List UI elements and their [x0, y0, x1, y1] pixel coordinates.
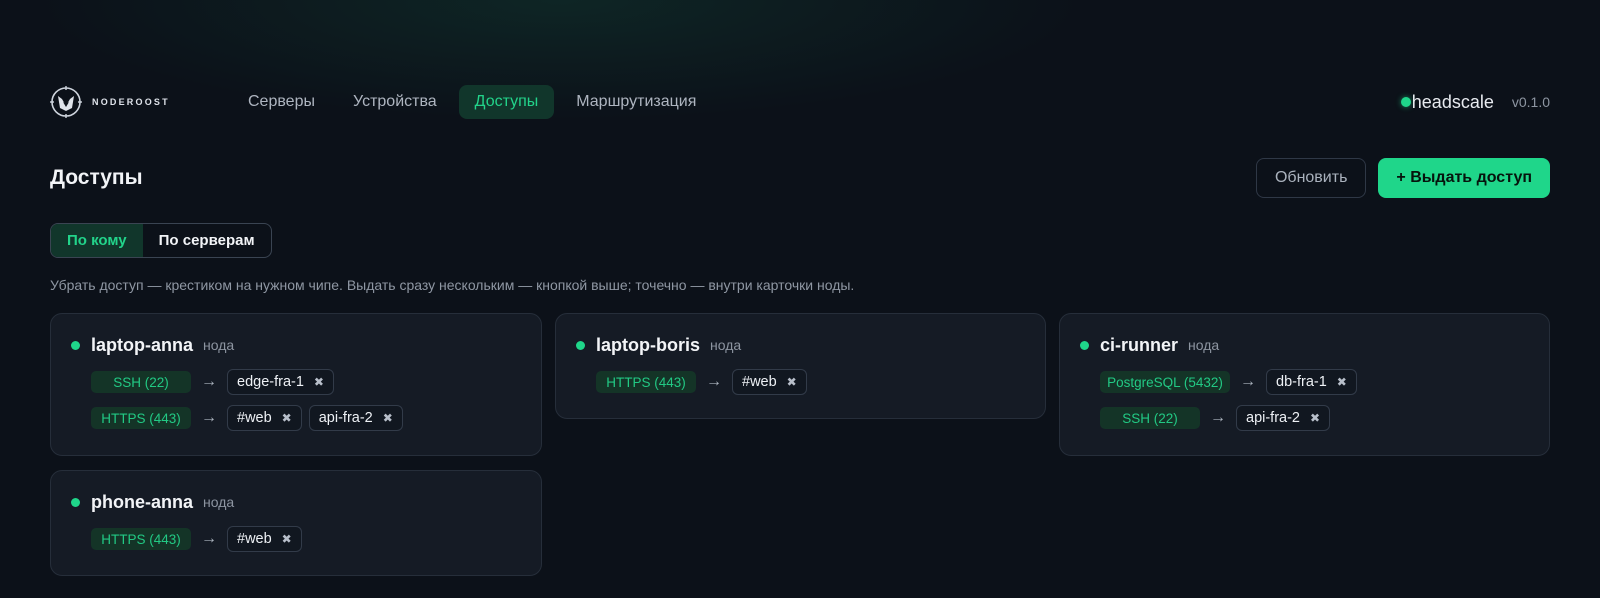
- arrow-right-icon: →: [201, 373, 217, 390]
- node-name: phone-anna: [91, 491, 193, 512]
- access-rule: SSH (22) → edge-fra-1 ✖: [91, 369, 521, 395]
- remove-icon[interactable]: ✖: [314, 375, 324, 389]
- service-badge: SSH (22): [91, 371, 191, 393]
- node-status-dot: [71, 497, 80, 507]
- target-label: api-fra-2: [318, 410, 373, 426]
- node-card-header: ci-runner нода: [1080, 334, 1529, 356]
- page-title: Доступы: [50, 166, 143, 189]
- brand-name: NODEROOST: [92, 97, 170, 107]
- target-label: #web: [742, 374, 777, 390]
- remove-icon[interactable]: ✖: [282, 411, 292, 425]
- node-type: нода: [203, 494, 235, 510]
- page-actions: Обновить + Выдать доступ: [1255, 158, 1550, 198]
- node-card-header: phone-anna нода: [71, 491, 521, 513]
- node-name: ci-runner: [1100, 334, 1179, 355]
- node-type: нода: [1188, 337, 1220, 353]
- tab-by-who[interactable]: По кому: [51, 224, 143, 257]
- target-chip: #web ✖: [732, 369, 807, 395]
- target-label: #web: [237, 410, 272, 426]
- target-label: #web: [237, 531, 272, 547]
- logo-icon: [50, 86, 82, 118]
- nav-item-access[interactable]: Доступы: [458, 85, 555, 119]
- node-card-header: laptop-boris нода: [576, 334, 1025, 356]
- nav-item-routing[interactable]: Маршрутизация: [560, 85, 712, 119]
- remove-icon[interactable]: ✖: [1310, 411, 1320, 425]
- tab-by-servers[interactable]: По серверам: [143, 224, 271, 257]
- node-card: ci-runner нода PostgreSQL (5432) → db-fr…: [1059, 313, 1550, 456]
- node-status-dot: [1080, 340, 1089, 350]
- arrow-right-icon: →: [706, 373, 722, 390]
- arrow-right-icon: →: [1240, 373, 1256, 390]
- hint-text: Убрать доступ — крестиком на нужном чипе…: [50, 277, 855, 293]
- service-badge: HTTPS (443): [596, 371, 696, 393]
- node-card-header: laptop-anna нода: [71, 334, 521, 356]
- top-bar: NODEROOST Серверы Устройства Доступы Мар…: [50, 84, 1550, 120]
- target-label: db-fra-1: [1276, 374, 1327, 390]
- access-rule: HTTPS (443) → #web ✖: [91, 526, 521, 552]
- arrow-right-icon: →: [1210, 409, 1226, 426]
- node-card: phone-anna нода HTTPS (443) → #web ✖: [50, 470, 542, 576]
- view-toggle: По кому По серверам: [50, 223, 272, 258]
- target-chip: api-fra-2 ✖: [308, 405, 403, 431]
- target-label: edge-fra-1: [237, 374, 304, 390]
- access-rule: SSH (22) → api-fra-2 ✖: [1100, 405, 1529, 431]
- service-badge: HTTPS (443): [91, 528, 191, 550]
- main-nav: Серверы Устройства Доступы Маршрутизация: [232, 85, 712, 119]
- node-type: нода: [710, 337, 742, 353]
- access-rule: PostgreSQL (5432) → db-fra-1 ✖: [1100, 369, 1529, 395]
- remove-icon[interactable]: ✖: [1337, 375, 1347, 389]
- server-name: headscale: [1411, 91, 1494, 112]
- service-badge: HTTPS (443): [91, 407, 191, 429]
- remove-icon[interactable]: ✖: [383, 411, 393, 425]
- page-header: Доступы Обновить + Выдать доступ: [50, 158, 1550, 198]
- grant-access-button[interactable]: + Выдать доступ: [1378, 158, 1550, 198]
- service-badge: SSH (22): [1100, 407, 1200, 429]
- target-chip: api-fra-2 ✖: [1236, 405, 1331, 431]
- server-status-dot: [1400, 97, 1411, 107]
- target-chip: db-fra-1 ✖: [1266, 369, 1357, 395]
- node-name: laptop-boris: [596, 334, 700, 355]
- target-chip: #web ✖: [227, 526, 302, 552]
- remove-icon[interactable]: ✖: [282, 532, 292, 546]
- nav-item-devices[interactable]: Устройства: [337, 85, 453, 119]
- access-rule: HTTPS (443) → #web ✖: [596, 369, 1025, 395]
- target-label: api-fra-2: [1246, 410, 1300, 426]
- remove-icon[interactable]: ✖: [787, 375, 797, 389]
- refresh-button[interactable]: Обновить: [1255, 158, 1367, 198]
- app-version: v0.1.0: [1511, 94, 1550, 110]
- node-status-dot: [576, 340, 585, 350]
- service-badge: PostgreSQL (5432): [1100, 371, 1230, 393]
- server-info: headscale v0.1.0: [1400, 91, 1550, 113]
- arrow-right-icon: →: [201, 530, 217, 547]
- node-status-dot: [71, 340, 80, 350]
- access-rule: HTTPS (443) → #web ✖ api-fra-2 ✖: [91, 405, 521, 431]
- node-type: нода: [203, 337, 235, 353]
- node-card: laptop-anna нода SSH (22) → edge-fra-1 ✖…: [50, 313, 542, 456]
- logo[interactable]: NODEROOST: [50, 86, 232, 118]
- target-chip: #web ✖: [227, 405, 302, 431]
- nav-item-servers[interactable]: Серверы: [232, 85, 331, 119]
- arrow-right-icon: →: [201, 409, 217, 426]
- node-card: laptop-boris нода HTTPS (443) → #web ✖: [555, 313, 1046, 419]
- node-name: laptop-anna: [91, 334, 193, 355]
- target-chip: edge-fra-1 ✖: [227, 369, 334, 395]
